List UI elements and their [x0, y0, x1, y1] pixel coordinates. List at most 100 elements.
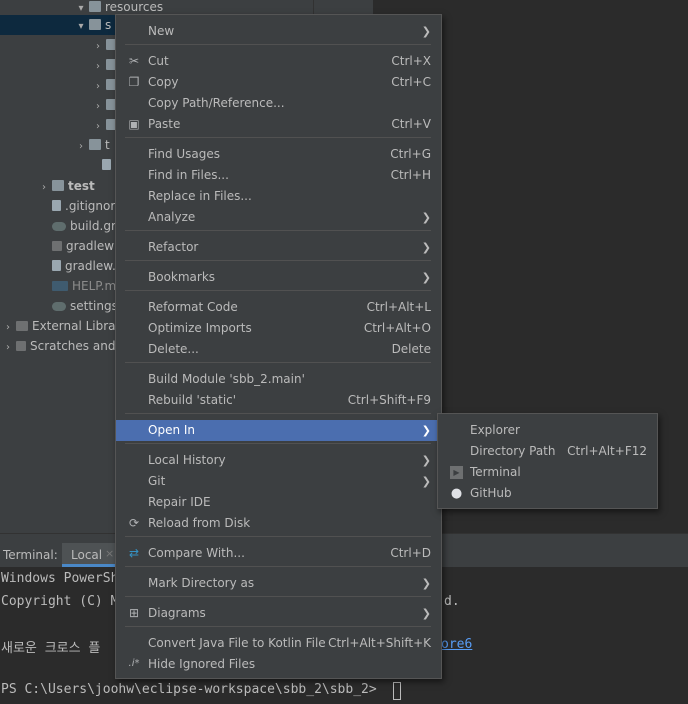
chevron-down-icon[interactable]: ▾: [75, 17, 87, 37]
menu-item-shortcut: Ctrl+G: [390, 147, 431, 161]
menu-item-shortcut: Ctrl+D: [390, 546, 431, 560]
menu-item-hide-ignored-files[interactable]: .i* Hide Ignored Files: [116, 654, 441, 675]
menu-item-paste[interactable]: ▣ Paste Ctrl+V: [116, 114, 441, 135]
chevron-right-icon[interactable]: ›: [38, 178, 50, 198]
menu-item-shortcut: Ctrl+Alt+O: [363, 321, 431, 335]
menu-item-label: Diagrams: [148, 606, 206, 620]
menu-item-copy[interactable]: ❐ Copy Ctrl+C: [116, 72, 441, 93]
menu-item-label: Refactor: [148, 240, 199, 254]
gradle-icon: [52, 302, 66, 311]
menu-item-label: Analyze: [148, 210, 196, 224]
menu-item-compare-with[interactable]: ⇄ Compare With... Ctrl+D: [116, 543, 441, 564]
menu-item-find-usages[interactable]: Find Usages Ctrl+G: [116, 144, 441, 165]
submenu-item-github[interactable]: ● GitHub: [438, 483, 657, 504]
diagram-icon: ⊞: [128, 606, 140, 620]
menu-item-cut[interactable]: ✂ Cut Ctrl+X: [116, 51, 441, 72]
tree-item[interactable]: › Scratches and: [2, 336, 115, 356]
menu-item-label: Open In: [148, 423, 196, 437]
menu-item-label: Optimize Imports: [148, 321, 252, 335]
menu-item-local-history[interactable]: Local History ❯: [116, 450, 441, 471]
menu-item-replace-in-files[interactable]: Replace in Files...: [116, 186, 441, 207]
terminal-file-icon: [52, 241, 62, 251]
submenu-item-directory-path[interactable]: Directory Path Ctrl+Alt+F12: [438, 441, 657, 462]
terminal-line: Windows PowerSh: [1, 571, 119, 586]
file-icon: [52, 200, 61, 211]
menu-separator: [125, 290, 431, 291]
tree-item[interactable]: › test: [38, 176, 95, 196]
chevron-right-icon[interactable]: ›: [2, 338, 14, 358]
tree-item-label: s: [105, 18, 112, 32]
menu-item-label: Mark Directory as: [148, 576, 255, 590]
terminal-title: Terminal:: [3, 548, 58, 562]
chevron-right-icon: ❯: [421, 454, 431, 467]
chevron-right-icon[interactable]: ›: [92, 57, 104, 77]
menu-item-delete[interactable]: Delete... Delete: [116, 339, 441, 360]
menu-item-git[interactable]: Git ❯: [116, 471, 441, 492]
menu-item-refactor[interactable]: Refactor ❯: [116, 237, 441, 258]
menu-separator: [125, 44, 431, 45]
menu-item-label: Compare With...: [148, 546, 245, 560]
menu-item-bookmarks[interactable]: Bookmarks ❯: [116, 267, 441, 288]
menu-separator: [125, 626, 431, 627]
menu-item-analyze[interactable]: Analyze ❯: [116, 207, 441, 228]
terminal-tab-label[interactable]: Local: [71, 548, 102, 562]
menu-item-mark-directory-as[interactable]: Mark Directory as ❯: [116, 573, 441, 594]
menu-item-reformat-code[interactable]: Reformat Code Ctrl+Alt+L: [116, 297, 441, 318]
submenu-item-explorer[interactable]: Explorer: [438, 420, 657, 441]
menu-separator: [125, 596, 431, 597]
chevron-right-icon[interactable]: ›: [92, 77, 104, 97]
terminal-cursor: [393, 682, 401, 700]
menu-item-label: New: [148, 24, 175, 38]
chevron-right-icon[interactable]: ›: [92, 97, 104, 117]
menu-item-label: Rebuild 'static': [148, 393, 237, 407]
chevron-right-icon: ❯: [421, 25, 431, 38]
menu-item-optimize-imports[interactable]: Optimize Imports Ctrl+Alt+O: [116, 318, 441, 339]
menu-item-label: Hide Ignored Files: [148, 657, 256, 671]
submenu-item-label: Explorer: [470, 423, 520, 437]
chevron-right-icon: ❯: [421, 271, 431, 284]
menu-item-diagrams[interactable]: ⊞ Diagrams ❯: [116, 603, 441, 624]
menu-item-convert-java-file-to-kotlin-file[interactable]: Convert Java File to Kotlin File Ctrl+Alt…: [116, 633, 441, 654]
menu-item-copy-path-reference[interactable]: Copy Path/Reference...: [116, 93, 441, 114]
chevron-right-icon[interactable]: ›: [2, 318, 14, 338]
markdown-icon: [52, 281, 68, 291]
terminal-line-tail: d.: [444, 594, 460, 609]
tree-item[interactable]: HELP.md: [38, 276, 124, 296]
chevron-right-icon[interactable]: ›: [75, 137, 87, 157]
tree-item[interactable]: › External Librar: [2, 316, 120, 336]
menu-item-repair-ide[interactable]: Repair IDE: [116, 492, 441, 513]
menu-item-open-in[interactable]: Open In ❯: [116, 420, 441, 441]
menu-separator: [125, 137, 431, 138]
menu-item-new[interactable]: New ❯: [116, 21, 441, 42]
menu-item-rebuild-static[interactable]: Rebuild 'static' Ctrl+Shift+F9: [116, 390, 441, 411]
close-icon[interactable]: ×: [105, 547, 114, 560]
menu-item-reload-from-disk[interactable]: ⟳ Reload from Disk: [116, 513, 441, 534]
tree-item[interactable]: .gitignore: [38, 196, 122, 216]
terminal-link[interactable]: ore6: [441, 637, 472, 652]
menu-item-label: Find Usages: [148, 147, 221, 161]
menu-item-label: Copy Path/Reference...: [148, 96, 285, 110]
menu-item-label: Reformat Code: [148, 300, 238, 314]
copy-icon: ❐: [128, 75, 140, 89]
file-icon: [52, 260, 61, 271]
ignored-files-icon: .i*: [128, 658, 140, 669]
chevron-right-icon[interactable]: ›: [92, 37, 104, 57]
menu-item-label: Git: [148, 474, 166, 488]
menu-separator: [125, 413, 431, 414]
submenu-item-label: GitHub: [470, 486, 512, 500]
submenu-item-terminal[interactable]: ▶ Terminal: [438, 462, 657, 483]
tree-item[interactable]: gradlew: [38, 236, 114, 256]
menu-item-shortcut: Ctrl+X: [391, 54, 431, 68]
folder-icon: [52, 180, 64, 191]
menu-item-label: Local History: [148, 453, 226, 467]
menu-item-label: Paste: [148, 117, 181, 131]
chevron-right-icon: ❯: [421, 424, 431, 437]
chevron-right-icon: ❯: [421, 475, 431, 488]
chevron-right-icon[interactable]: ›: [92, 117, 104, 137]
submenu-item-label: Terminal: [470, 465, 521, 479]
menu-item-find-in-files[interactable]: Find in Files... Ctrl+H: [116, 165, 441, 186]
tree-item[interactable]: › t: [75, 135, 110, 155]
menu-item-shortcut: Ctrl+V: [391, 117, 431, 131]
menu-item-build-module-sbb-2-main[interactable]: Build Module 'sbb_2.main': [116, 369, 441, 390]
chevron-right-icon: ❯: [421, 241, 431, 254]
